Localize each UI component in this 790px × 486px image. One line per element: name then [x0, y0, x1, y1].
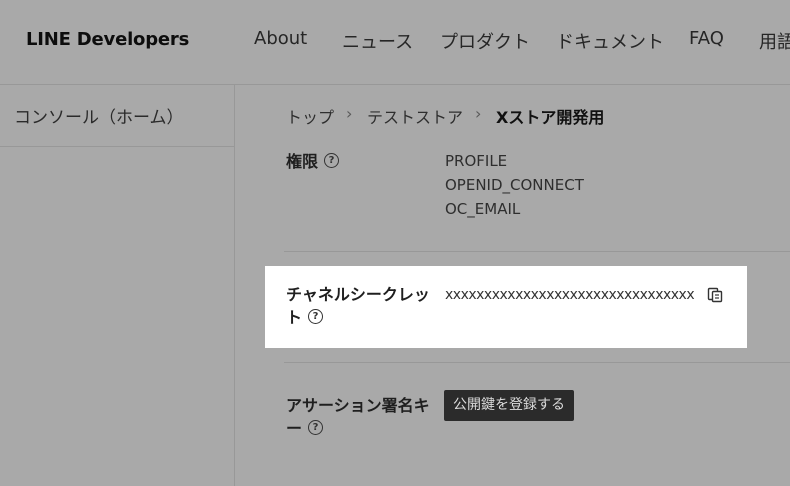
- breadcrumb-separator: ›: [475, 104, 482, 123]
- nav-products[interactable]: プロダクト: [440, 28, 530, 54]
- sidebar-item-console-home[interactable]: コンソール（ホーム）: [14, 103, 184, 128]
- nav-about[interactable]: About: [254, 28, 307, 49]
- permission-value: OC_EMAIL: [445, 200, 521, 218]
- permissions-label-text: 権限: [286, 152, 319, 171]
- assertion-key-label-line1: アサーション署名キ: [286, 396, 430, 415]
- sidebar: コンソール（ホーム）: [0, 85, 235, 486]
- nav-documents[interactable]: ドキュメント: [556, 28, 664, 54]
- copy-icon[interactable]: [707, 287, 723, 303]
- line-developers-logo[interactable]: LINE Developers: [26, 29, 189, 50]
- nav-glossary[interactable]: 用語: [759, 28, 790, 54]
- help-icon[interactable]: ?: [308, 420, 324, 435]
- help-icon[interactable]: ?: [324, 153, 340, 168]
- breadcrumb-current: Xストア開発用: [496, 108, 605, 127]
- top-header: LINE Developers About ニュース プロダクト ドキュメント …: [0, 0, 790, 85]
- section-divider: [284, 362, 790, 363]
- assertion-key-label-line2: ー: [286, 419, 303, 438]
- channel-secret-label-line2: ト: [286, 308, 303, 327]
- permission-value: PROFILE: [445, 152, 508, 170]
- channel-secret-label: チャネルシークレッ ト?: [286, 283, 430, 329]
- permission-value: OPENID_CONNECT: [445, 176, 584, 194]
- help-icon[interactable]: ?: [308, 309, 324, 324]
- register-public-key-button[interactable]: 公開鍵を登録する: [444, 390, 574, 421]
- section-divider: [284, 251, 790, 252]
- sidebar-divider: [0, 146, 234, 147]
- channel-secret-label-line1: チャネルシークレッ: [286, 285, 430, 304]
- assertion-key-label: アサーション署名キ ー?: [286, 394, 430, 440]
- channel-secret-value: xxxxxxxxxxxxxxxxxxxxxxxxxxxxxxxx: [445, 287, 695, 303]
- nav-news[interactable]: ニュース: [342, 28, 413, 54]
- breadcrumb-separator: ›: [346, 104, 353, 123]
- breadcrumb-test-store[interactable]: テストストア: [367, 104, 463, 128]
- permissions-label: 権限?: [286, 150, 340, 173]
- breadcrumb-top[interactable]: トップ: [286, 104, 334, 128]
- nav-faq[interactable]: FAQ: [689, 28, 724, 49]
